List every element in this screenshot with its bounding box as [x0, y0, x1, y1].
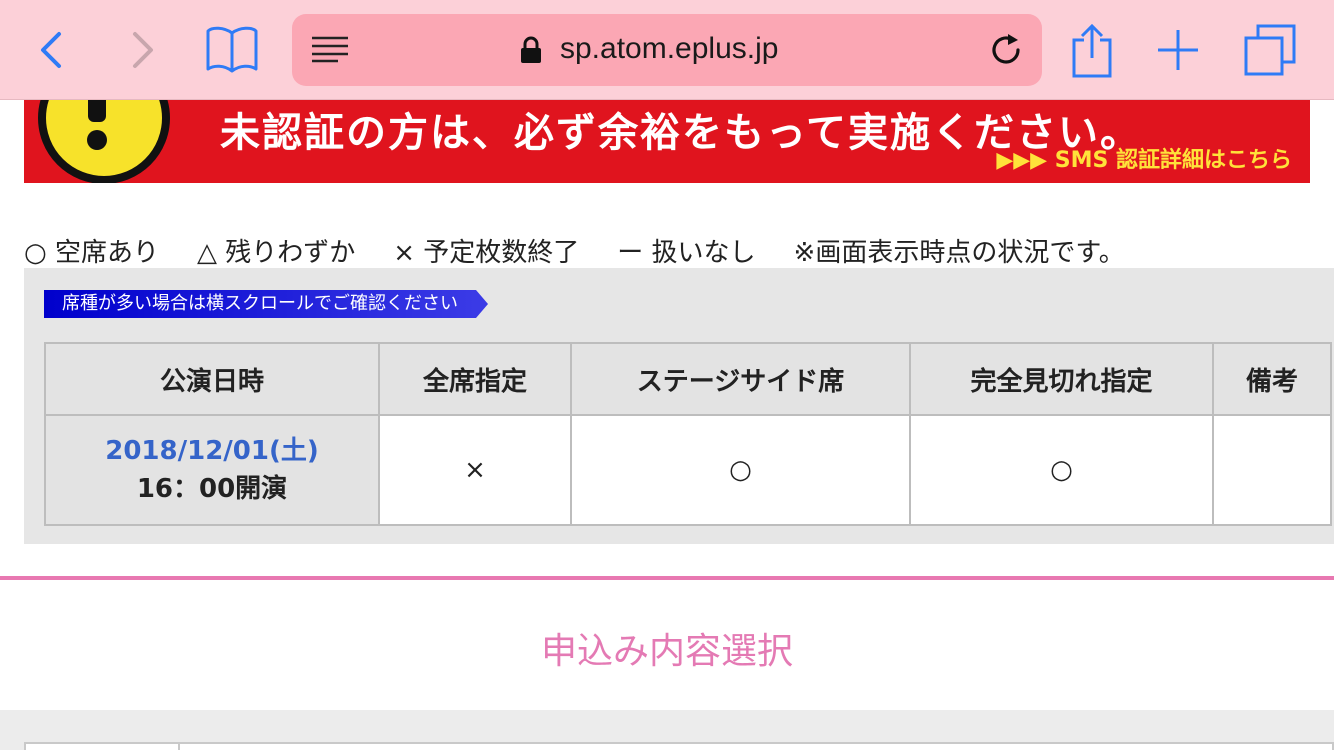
- header-stage-side: ステージサイド席: [570, 342, 911, 416]
- back-icon[interactable]: [22, 20, 82, 80]
- status-all-reserved: ×: [378, 414, 572, 526]
- warning-icon-dot: [87, 130, 107, 150]
- availability-table[interactable]: 公演日時 全席指定 ステージサイド席 完全見切れ指定 備考 2018/12/01…: [44, 342, 1332, 526]
- new-tab-icon[interactable]: [1148, 20, 1208, 80]
- performance-date-link[interactable]: 2018/12/01(土): [46, 432, 378, 470]
- bookmarks-icon[interactable]: [202, 20, 262, 80]
- warning-icon-mark: [88, 100, 106, 122]
- legend-not-handled: ー 扱いなし: [617, 238, 756, 268]
- section-title: 申込み内容選択: [540, 631, 793, 672]
- legend-available: ○ 空席あり: [24, 238, 159, 268]
- table-header-row: 公演日時 全席指定 ステージサイド席 完全見切れ指定 備考: [44, 342, 1332, 416]
- table-row: 2018/12/01(土) 16：00開演 × ○ ○: [44, 414, 1332, 526]
- legend-sold-out: × 予定枚数終了: [393, 238, 580, 268]
- status-remarks: [1212, 414, 1332, 526]
- address-bar[interactable]: sp.atom.eplus.jp: [292, 14, 1042, 86]
- selection-box-divider: [178, 744, 180, 750]
- status-stage-side: ○: [570, 414, 911, 526]
- forward-icon[interactable]: [112, 20, 172, 80]
- header-remarks: 備考: [1212, 342, 1332, 416]
- performance-time: 16：00開演: [136, 474, 288, 504]
- header-all-reserved: 全席指定: [378, 342, 572, 416]
- sms-auth-banner[interactable]: 未認証の方は、必ず余裕をもって実施ください。 ▶▶▶ SMS 認証詳細はこちら: [24, 100, 1310, 183]
- reload-icon[interactable]: [988, 32, 1024, 72]
- lock-icon: [520, 36, 542, 68]
- availability-legend: ○ 空席あり △ 残りわずか × 予定枚数終了 ー 扱いなし ※画面表示時点の状…: [24, 232, 1125, 269]
- sms-auth-link[interactable]: ▶▶▶ SMS 認証詳細はこちら: [996, 142, 1292, 174]
- availability-section: 席種が多い場合は横スクロールでご確認ください 公演日時 全席指定 ステージサイド…: [24, 268, 1334, 544]
- legend-note: ※画面表示時点の状況です。: [793, 238, 1125, 268]
- url-text: sp.atom.eplus.jp: [560, 32, 779, 65]
- section-divider: [0, 576, 1334, 580]
- selection-box[interactable]: [24, 742, 1334, 750]
- legend-few-left: △ 残りわずか: [196, 238, 356, 268]
- status-obstructed-view: ○: [909, 414, 1214, 526]
- tabs-icon[interactable]: [1240, 20, 1300, 80]
- header-obstructed-view: 完全見切れ指定: [909, 342, 1214, 416]
- share-icon[interactable]: [1062, 20, 1122, 80]
- performance-date-cell: 2018/12/01(土) 16：00開演: [44, 414, 380, 526]
- browser-toolbar: sp.atom.eplus.jp: [0, 0, 1334, 100]
- scroll-hint-tag: 席種が多い場合は横スクロールでご確認ください: [44, 290, 488, 318]
- reader-icon[interactable]: [310, 34, 350, 68]
- header-date: 公演日時: [44, 342, 380, 416]
